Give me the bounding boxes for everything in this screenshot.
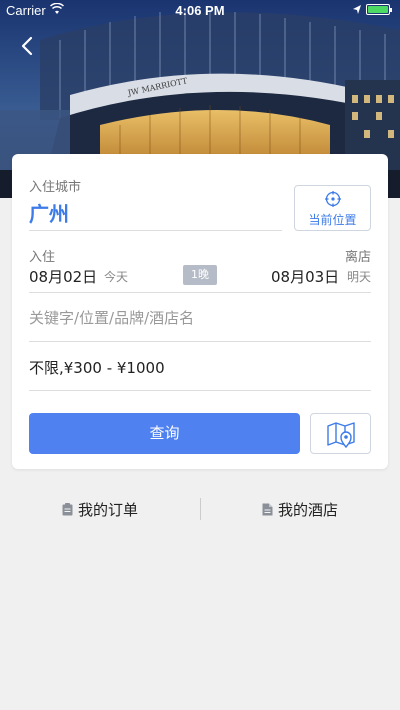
checkout-date[interactable]: 08月03日 [271, 266, 339, 287]
divider [29, 390, 371, 391]
checkin-label: 入住 [29, 250, 56, 265]
checkin-day-hint: 今天 [104, 270, 129, 284]
battery-icon [366, 4, 392, 15]
hotel-search-card: 入住城市 广州 当前位置 入住 离店 08月02日 今天 1晚 08月03日 明… [12, 154, 388, 469]
my-orders-link[interactable]: 我的订单 [62, 499, 138, 519]
clipboard-icon [62, 503, 73, 516]
map-button[interactable] [310, 413, 371, 454]
nights-badge: 1晚 [183, 265, 217, 285]
price-star-filter[interactable]: 不限,¥300 - ¥1000 [29, 357, 165, 378]
divider [200, 498, 201, 520]
document-icon [262, 503, 273, 516]
battery-level [368, 6, 388, 13]
checkout-label: 离店 [344, 250, 371, 265]
checkin-date[interactable]: 08月02日 [29, 266, 97, 287]
checkout-day-hint: 明天 [346, 270, 371, 284]
battery-tip [390, 8, 392, 12]
divider [29, 292, 371, 293]
city-label: 入住城市 [29, 180, 82, 195]
status-time: 4:06 PM [175, 3, 225, 18]
my-orders-label: 我的订单 [78, 501, 139, 519]
my-hotels-label: 我的酒店 [278, 501, 339, 519]
keyword-input[interactable] [29, 306, 371, 330]
status-bar: Carrier 4:06 PM [0, 0, 400, 20]
bottom-links: 我的订单 我的酒店 [0, 494, 400, 524]
current-location-label: 当前位置 [308, 213, 357, 227]
divider [29, 230, 282, 231]
search-button[interactable]: 查询 [29, 413, 300, 454]
location-arrow-icon [353, 5, 361, 14]
current-location-button[interactable]: 当前位置 [294, 185, 371, 231]
my-hotels-link[interactable]: 我的酒店 [262, 499, 338, 519]
divider [29, 341, 371, 342]
map-pin-icon [327, 422, 355, 448]
back-chevron-icon[interactable] [16, 34, 40, 58]
crosshair-icon [325, 191, 341, 207]
city-selector[interactable]: 广州 [29, 198, 69, 227]
